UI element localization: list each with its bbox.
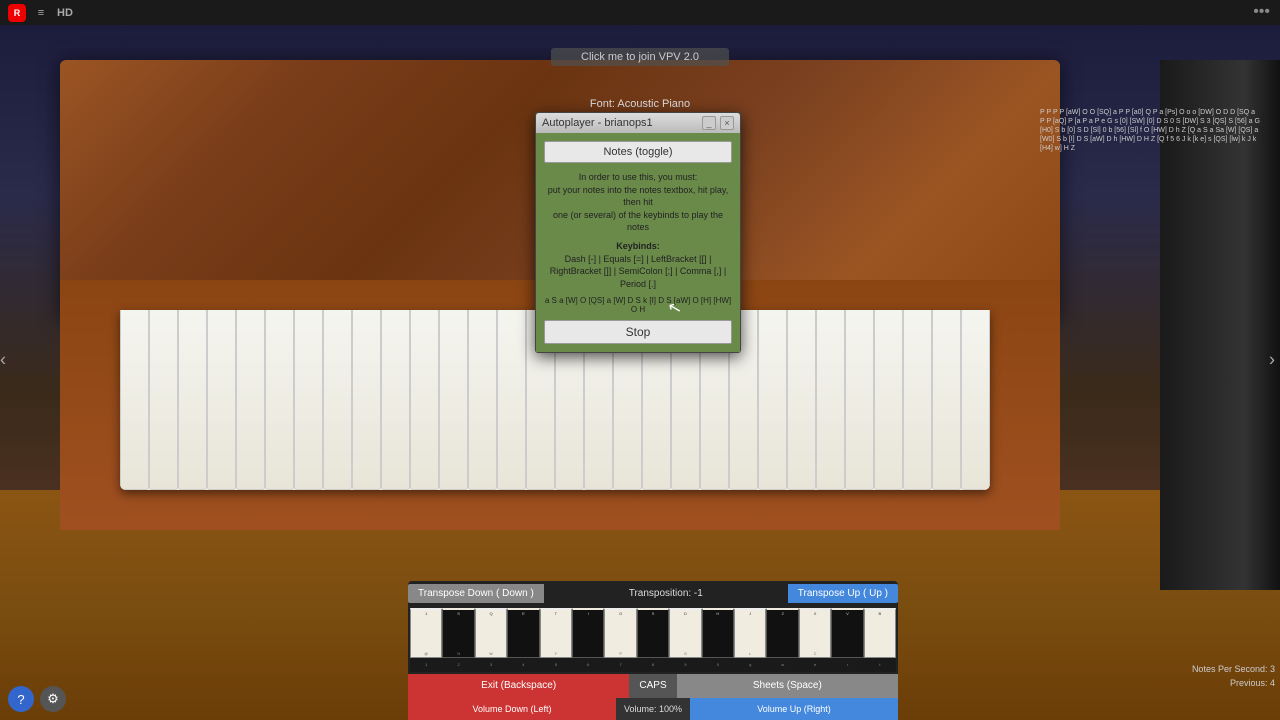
game-scene: R ≡ HD ••• Click me to join VPV 2.0 Font…	[0, 0, 1280, 720]
notes-scroll: P P P P [aW] O O [SQ] a P P [a0] Q P a […	[1040, 108, 1260, 188]
mini-key-14[interactable]: V	[831, 608, 863, 658]
help-icon[interactable]: ?	[8, 686, 34, 712]
piano-key-14[interactable]	[497, 310, 526, 490]
mini-key-11[interactable]: JL	[734, 608, 766, 658]
dialog-instructions: In order to use this, you must: put your…	[544, 171, 732, 234]
stop-button[interactable]: Stop	[544, 320, 732, 344]
notes-display: a S a [W] O [QS] a [W] D S k [I] D S [aW…	[544, 296, 732, 314]
mini-key-15[interactable]: B	[864, 608, 896, 658]
piano-key-2[interactable]	[149, 310, 178, 490]
volume-row: Volume Down (Left) Volume: 100% Volume U…	[408, 698, 898, 720]
bottom-left-icons: ? ⚙	[8, 686, 66, 712]
mini-key-4[interactable]: E	[507, 608, 539, 658]
top-bar: R ≡ HD •••	[0, 0, 1280, 25]
mini-key-3[interactable]: QW	[475, 608, 507, 658]
autoplayer-dialog: Autoplayer - brianops1 _ × Notes (toggle…	[535, 112, 741, 353]
notes-per-second-label: Notes Per Second: 3	[1192, 663, 1275, 677]
mini-key-13[interactable]: XC	[799, 608, 831, 658]
transpose-up-button[interactable]: Transpose Up ( Up )	[788, 584, 898, 603]
piano-key-7[interactable]	[294, 310, 323, 490]
minimize-button[interactable]: _	[702, 116, 716, 130]
right-arrow[interactable]: ›	[1269, 350, 1275, 371]
left-arrow[interactable]: ‹	[0, 350, 6, 371]
piano-key-5[interactable]	[236, 310, 265, 490]
piano-key-11[interactable]	[410, 310, 439, 490]
mini-key-12[interactable]: Z	[766, 608, 798, 658]
piano-key-25[interactable]	[816, 310, 845, 490]
transpose-row: Transpose Down ( Down ) Transposition: -…	[408, 581, 898, 606]
notes-toggle-button[interactable]: Notes (toggle)	[544, 141, 732, 163]
more-options-icon[interactable]: •••	[1253, 3, 1270, 21]
piano-key-13[interactable]	[468, 310, 497, 490]
volume-down-button[interactable]: Volume Down (Left)	[408, 698, 616, 720]
dialog-titlebar-buttons: _ ×	[702, 116, 734, 130]
piano-key-12[interactable]	[439, 310, 468, 490]
piano-key-6[interactable]	[265, 310, 294, 490]
transpose-down-button[interactable]: Transpose Down ( Down )	[408, 584, 544, 603]
dialog-title: Autoplayer - brianops1	[542, 117, 653, 129]
piano-key-23[interactable]	[758, 310, 787, 490]
join-banner[interactable]: Click me to join VPV 2.0	[551, 48, 729, 66]
volume-up-button[interactable]: Volume Up (Right)	[690, 698, 898, 720]
num-label-1: 1	[410, 658, 442, 672]
piano-key-24[interactable]	[787, 310, 816, 490]
mini-key-10[interactable]: H	[702, 608, 734, 658]
roblox-icon: R	[8, 4, 26, 22]
previous-label: Previous: 4	[1192, 677, 1275, 691]
mini-piano-container: 1@ S% QW E TY I OP S DG H JL Z XC V B	[408, 606, 898, 674]
mini-key-6[interactable]: I	[572, 608, 604, 658]
bottom-ui-panel: Transpose Down ( Down ) Transposition: -…	[408, 581, 898, 720]
settings-icon[interactable]: ⚙	[40, 686, 66, 712]
piano-key-27[interactable]	[874, 310, 903, 490]
bottom-controls: Exit (Backspace) CAPS Sheets (Space)	[408, 674, 898, 698]
transposition-label: Transposition: -1	[544, 588, 788, 599]
menu-icon[interactable]: ≡	[32, 4, 50, 22]
piano-key-26[interactable]	[845, 310, 874, 490]
piano-key-30[interactable]	[961, 310, 990, 490]
dialog-content: Notes (toggle) In order to use this, you…	[536, 133, 740, 352]
piano-key-3[interactable]	[178, 310, 207, 490]
piano-key-10[interactable]	[381, 310, 410, 490]
piano-key-29[interactable]	[932, 310, 961, 490]
piano-key-9[interactable]	[352, 310, 381, 490]
piano-key-8[interactable]	[323, 310, 352, 490]
exit-button[interactable]: Exit (Backspace)	[408, 674, 629, 698]
close-button[interactable]: ×	[720, 116, 734, 130]
sheets-button[interactable]: Sheets (Space)	[677, 674, 898, 698]
volume-label: Volume: 100%	[616, 698, 690, 720]
font-label: Font: Acoustic Piano	[590, 98, 690, 110]
hd-icon: HD	[56, 4, 74, 22]
keybinds-section: Keybinds: Dash [-] | Equals [=] | LeftBr…	[544, 240, 732, 290]
piano-key-1[interactable]	[120, 310, 149, 490]
piano-key-4[interactable]	[207, 310, 236, 490]
caps-button[interactable]: CAPS	[629, 674, 676, 698]
dialog-titlebar: Autoplayer - brianops1 _ ×	[536, 113, 740, 133]
bottom-right-stats: Notes Per Second: 3 Previous: 4	[1192, 663, 1275, 690]
mini-key-5[interactable]: TY	[540, 608, 572, 658]
mini-key-1[interactable]: 1@	[410, 608, 442, 658]
mini-key-9[interactable]: DG	[669, 608, 701, 658]
mini-key-8[interactable]: S	[637, 608, 669, 658]
piano-key-28[interactable]	[903, 310, 932, 490]
mini-key-7[interactable]: OP	[604, 608, 636, 658]
mini-key-2[interactable]: S%	[442, 608, 474, 658]
